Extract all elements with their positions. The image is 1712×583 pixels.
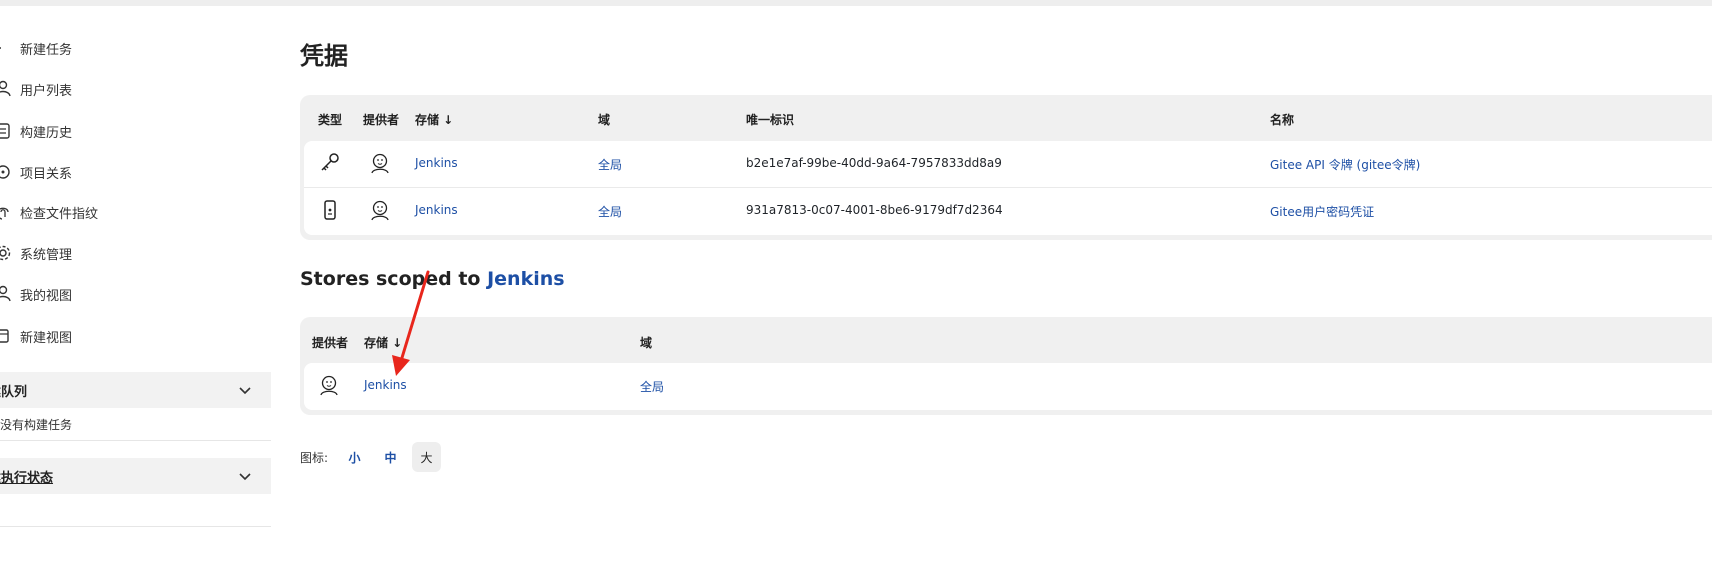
executor-status-header[interactable]: 建执行状态 bbox=[0, 458, 271, 494]
icon-size-label: 图标: bbox=[300, 450, 329, 465]
gear-icon bbox=[0, 243, 14, 263]
sidebar-item-new-task[interactable]: 新建任务 bbox=[0, 36, 72, 60]
build-queue-header[interactable]: 建队列 bbox=[0, 372, 271, 408]
relationship-icon bbox=[0, 162, 14, 182]
sidebar-item-build-history[interactable]: 构建历史 bbox=[0, 119, 72, 143]
plus-icon bbox=[0, 38, 14, 58]
jenkins-avatar-icon bbox=[368, 198, 392, 222]
person-icon bbox=[0, 284, 14, 304]
column-header-name[interactable]: 名称 bbox=[1270, 111, 1294, 128]
build-queue-empty-text: 中没有构建任务 bbox=[0, 417, 73, 432]
column-header-type: 类型 bbox=[318, 113, 343, 127]
key-icon bbox=[318, 151, 342, 175]
sidebar-item-label: 用户列表 bbox=[20, 83, 73, 99]
build-queue-body: 中没有构建任务 bbox=[0, 408, 271, 441]
stores-section-jenkins-link[interactable]: Jenkins bbox=[487, 268, 564, 290]
main-content: 凭据 类型 提供者 存储 ↓ 域 唯一标识 名称 Jenkins 全局 b2e1… bbox=[300, 6, 1712, 583]
sidebar-item-people[interactable]: 用户列表 bbox=[0, 77, 72, 101]
column-header-domain[interactable]: 域 bbox=[640, 334, 652, 351]
column-header-provider: 提供者 bbox=[312, 336, 349, 350]
sidebar-item-fingerprint[interactable]: 检查文件指纹 bbox=[0, 200, 98, 224]
column-header-store[interactable]: 存储 ↓ bbox=[364, 334, 402, 351]
table-header: 类型 提供者 存储 ↓ 域 唯一标识 名称 bbox=[300, 95, 1712, 141]
table-row: Jenkins 全局 b2e1e7af-99be-40dd-9a64-79578… bbox=[304, 141, 1712, 187]
column-header-id[interactable]: 唯一标识 bbox=[746, 111, 794, 128]
domain-link[interactable]: 全局 bbox=[598, 156, 622, 173]
phone-badge-icon bbox=[318, 198, 342, 222]
sidebar-item-manage[interactable]: 系统管理 bbox=[0, 241, 72, 265]
executor-status-title[interactable]: 建执行状态 bbox=[0, 467, 53, 486]
stores-table: 提供者 存储 ↓ 域 Jenkins 全局 bbox=[300, 317, 1712, 415]
sidebar-item-label: 系统管理 bbox=[20, 247, 73, 263]
sidebar-item-project-relationship[interactable]: 项目关系 bbox=[0, 160, 72, 184]
sidebar-item-label: 构建历史 bbox=[20, 125, 73, 141]
icon-size-medium-button[interactable]: 中 bbox=[376, 442, 405, 472]
domain-link[interactable]: 全局 bbox=[598, 203, 622, 220]
table-body: Jenkins 全局 bbox=[304, 363, 1712, 410]
column-header-domain[interactable]: 域 bbox=[598, 111, 610, 128]
icon-size-selector: 图标: 小 中 大 bbox=[300, 442, 448, 472]
credential-name-link[interactable]: Gitee用户密码凭证 bbox=[1270, 203, 1374, 220]
icon-size-small-button[interactable]: 小 bbox=[340, 442, 369, 472]
store-link[interactable]: Jenkins bbox=[364, 378, 407, 392]
column-header-provider: 提供者 bbox=[363, 113, 400, 127]
jenkins-avatar-icon bbox=[368, 151, 392, 175]
column-header-store[interactable]: 存储 ↓ bbox=[415, 111, 453, 128]
fingerprint-icon bbox=[0, 202, 14, 222]
credentials-table: 类型 提供者 存储 ↓ 域 唯一标识 名称 Jenkins 全局 b2e1e7a… bbox=[300, 95, 1712, 240]
sidebar-item-label: 新建视图 bbox=[20, 330, 73, 346]
store-link[interactable]: Jenkins bbox=[415, 203, 458, 217]
table-body: Jenkins 全局 b2e1e7af-99be-40dd-9a64-79578… bbox=[304, 141, 1712, 235]
store-link[interactable]: Jenkins bbox=[415, 156, 458, 170]
build-queue-title: 建队列 bbox=[0, 384, 28, 400]
sidebar: 新建任务 用户列表 构建历史 项目关系 检查文件指纹 系统管理 我的视图 新建视… bbox=[0, 6, 271, 583]
chevron-down-icon[interactable] bbox=[237, 382, 253, 398]
page-title: 凭据 bbox=[300, 42, 348, 70]
person-icon bbox=[0, 79, 14, 99]
credential-id: b2e1e7af-99be-40dd-9a64-7957833dd8a9 bbox=[746, 156, 1002, 170]
credential-id: 931a7813-0c07-4001-8be6-9179df7d2364 bbox=[746, 203, 1003, 217]
sidebar-item-label: 我的视图 bbox=[20, 288, 73, 304]
icon-size-large-button[interactable]: 大 bbox=[412, 442, 442, 472]
jenkins-avatar-icon bbox=[317, 373, 341, 397]
stores-section-title: Stores scoped to Jenkins bbox=[300, 268, 565, 290]
credential-name-link[interactable]: Gitee API 令牌 (gitee令牌) bbox=[1270, 156, 1420, 173]
executor-status-body: 闲 bbox=[0, 494, 271, 527]
chevron-down-icon[interactable] bbox=[237, 468, 253, 484]
sidebar-item-my-views[interactable]: 我的视图 bbox=[0, 282, 72, 306]
history-icon bbox=[0, 121, 14, 141]
sidebar-item-label: 新建任务 bbox=[20, 42, 73, 58]
sidebar-item-new-view[interactable]: 新建视图 bbox=[0, 324, 72, 348]
folder-icon bbox=[0, 326, 14, 346]
domain-link[interactable]: 全局 bbox=[640, 378, 664, 395]
stores-section-prefix: Stores scoped to bbox=[300, 268, 481, 290]
sidebar-item-label: 项目关系 bbox=[20, 166, 73, 182]
sidebar-item-label: 检查文件指纹 bbox=[20, 206, 99, 222]
table-header: 提供者 存储 ↓ 域 bbox=[300, 317, 1712, 363]
table-row: Jenkins 全局 bbox=[304, 363, 1712, 409]
table-row: Jenkins 全局 931a7813-0c07-4001-8be6-9179d… bbox=[304, 188, 1712, 234]
